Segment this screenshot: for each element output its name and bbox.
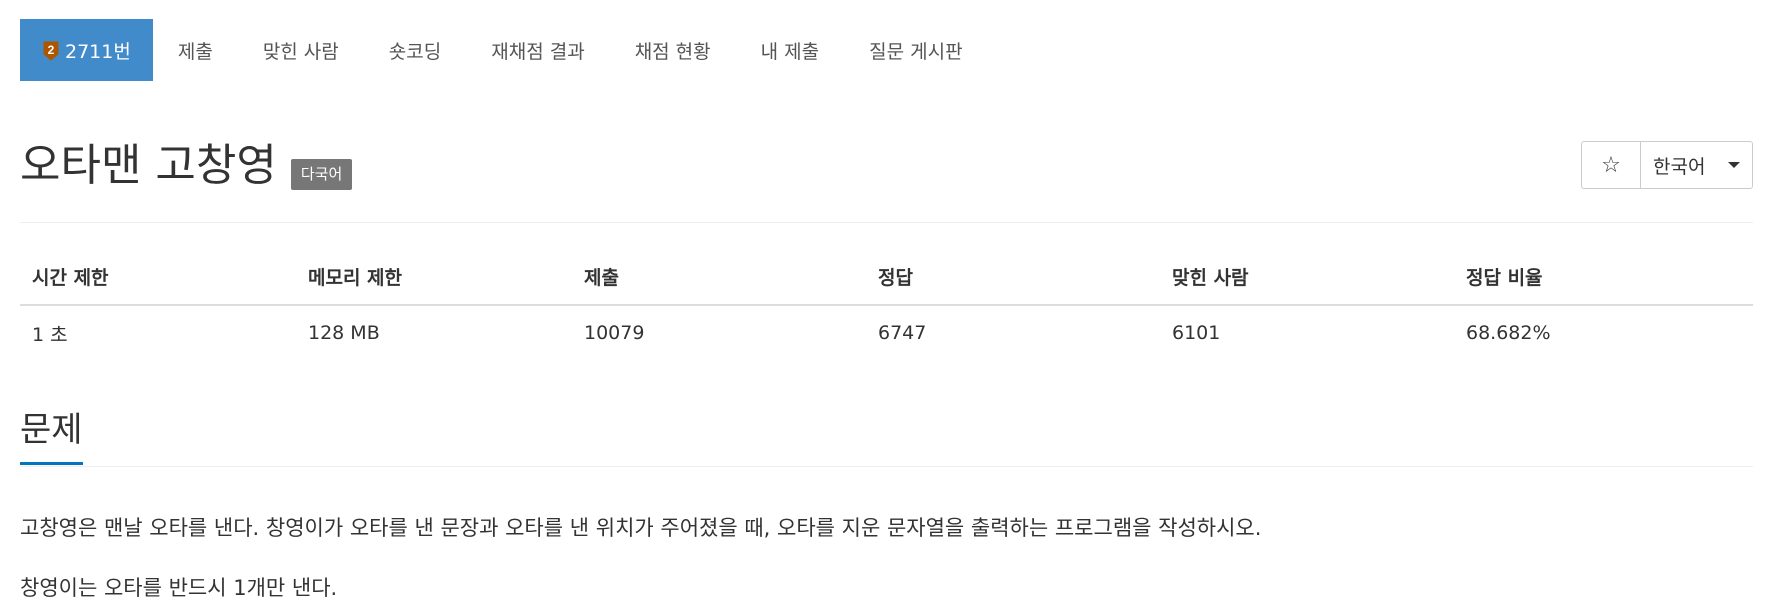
header-time-limit: 시간 제한 [20, 258, 296, 306]
language-select[interactable]: 한국어 [1641, 142, 1752, 188]
value-submissions: 10079 [584, 322, 645, 344]
header-memory-limit: 메모리 제한 [296, 258, 572, 306]
problem-description-paragraph: 창영이는 오타를 반드시 1개만 낸다. [20, 576, 338, 600]
favorite-button[interactable]: ☆ [1582, 142, 1641, 188]
section-divider [20, 466, 1753, 467]
title-controls: ☆ 한국어 [1581, 141, 1753, 189]
tab-my-submissions[interactable]: 내 제출 [736, 19, 844, 81]
value-accept-ratio: 68.682% [1466, 322, 1551, 344]
header-accepted: 정답 [866, 258, 1160, 306]
header-accept-ratio: 정답 비율 [1454, 258, 1753, 306]
value-accepted: 6747 [878, 322, 927, 344]
tab-submit[interactable]: 제출 [153, 19, 238, 81]
tab-rejudge-results[interactable]: 재채점 결과 [466, 19, 609, 81]
section-title-problem: 문제 [20, 408, 83, 465]
page-title: 오타맨 고창영 [20, 140, 277, 191]
problem-description-paragraph: 고창영은 맨날 오타를 낸다. 창영이가 오타를 낸 문장과 오타를 낸 위치가… [20, 516, 1262, 540]
problem-tab-nav: 2 2711번 제출 맞힌 사람 숏코딩 재채점 결과 채점 현황 내 제출 질… [20, 19, 988, 81]
tab-question-board[interactable]: 질문 게시판 [844, 19, 987, 81]
table-row: 1 초 128 MB 10079 6747 6101 68.682% [20, 305, 1753, 360]
multilingual-label: 다국어 [290, 159, 353, 190]
table-header-row: 시간 제한 메모리 제한 제출 정답 맞힌 사람 정답 비율 [20, 258, 1753, 306]
problem-info-table: 시간 제한 메모리 제한 제출 정답 맞힌 사람 정답 비율 1 초 128 M… [20, 258, 1753, 360]
tab-solved-users[interactable]: 맞힌 사람 [238, 19, 364, 81]
tab-judge-status[interactable]: 채점 현황 [610, 19, 736, 81]
tab-problem-number[interactable]: 2 2711번 [20, 19, 153, 81]
chevron-down-icon [1728, 162, 1740, 168]
title-divider [20, 222, 1753, 223]
header-submissions: 제출 [572, 258, 866, 306]
value-memory-limit: 128 MB [308, 322, 380, 344]
tier-badge-icon: 2 [43, 41, 59, 61]
language-select-value: 한국어 [1653, 155, 1706, 178]
tab-problem-number-label: 2711번 [65, 40, 131, 63]
value-solved-users: 6101 [1172, 322, 1221, 344]
value-time-limit: 1 초 [32, 323, 68, 346]
tier-badge-number: 2 [48, 43, 55, 57]
header-solved-users: 맞힌 사람 [1160, 258, 1454, 306]
star-icon: ☆ [1601, 152, 1621, 178]
tab-short-coding[interactable]: 숏코딩 [364, 19, 466, 81]
title-row: 오타맨 고창영 다국어 [20, 140, 353, 192]
